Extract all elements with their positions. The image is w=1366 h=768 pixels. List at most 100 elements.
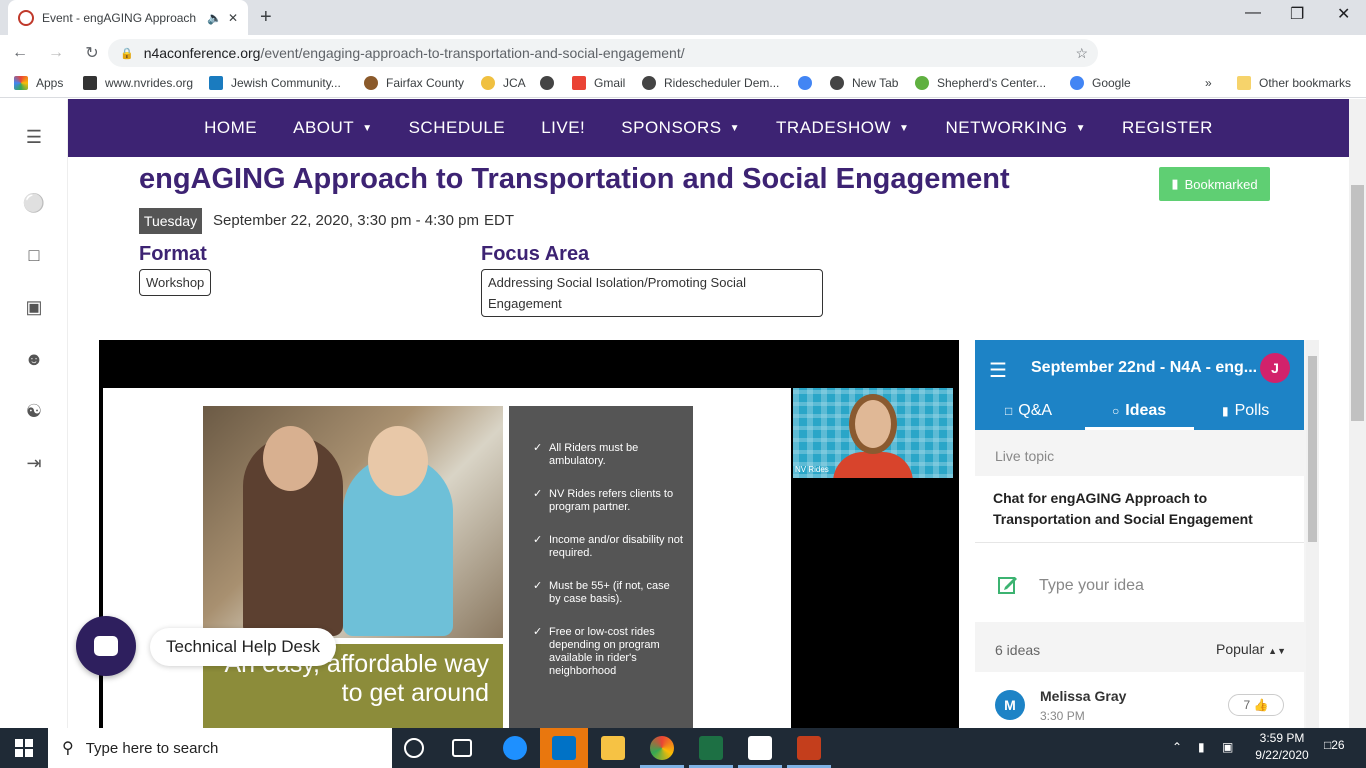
- bookmark-item[interactable]: Fairfax County: [364, 76, 464, 90]
- nav-networking[interactable]: NETWORKING ▼: [945, 118, 1086, 138]
- bookmark-item[interactable]: Jewish Community...: [209, 76, 341, 90]
- clock[interactable]: 3:59 PM 9/22/2020: [1250, 731, 1314, 762]
- bar-chart-icon: ▮: [1222, 404, 1229, 418]
- slido-panel: ☰ September 22nd - N4A - eng... J □ Q&A ○…: [975, 340, 1319, 730]
- bookmarked-button[interactable]: ▮ Bookmarked: [1159, 167, 1270, 201]
- logout-icon[interactable]: ⇥: [22, 453, 46, 477]
- powerpoint-icon[interactable]: [797, 736, 821, 760]
- bookmark-item[interactable]: [540, 76, 562, 90]
- slide-photo: [203, 406, 503, 638]
- bookmark-apps[interactable]: Apps: [14, 76, 63, 90]
- format-chip[interactable]: Workshop: [139, 269, 212, 296]
- idea-input[interactable]: Type your idea: [975, 542, 1304, 622]
- hamburger-menu-icon[interactable]: ☰: [989, 358, 1007, 383]
- hamburger-menu-icon[interactable]: ☰: [22, 127, 46, 151]
- scrollbar-thumb[interactable]: [1308, 356, 1317, 542]
- globe-icon: [540, 76, 554, 90]
- bookmark-item[interactable]: Gmail: [572, 76, 625, 90]
- edge-icon[interactable]: [503, 736, 527, 760]
- cortana-icon[interactable]: [404, 738, 424, 758]
- bookmark-item[interactable]: Shepherd's Center...: [915, 76, 1046, 90]
- network-icon[interactable]: ▣: [1222, 740, 1233, 754]
- bookmark-item[interactable]: www.nvrides.org: [83, 76, 193, 90]
- bookmark-item[interactable]: Google: [1070, 76, 1131, 90]
- close-tab-icon[interactable]: ✕: [228, 11, 238, 25]
- help-desk-label[interactable]: Technical Help Desk: [150, 628, 337, 666]
- nav-live[interactable]: LIVE!: [541, 118, 585, 138]
- nav-register[interactable]: REGISTER: [1122, 118, 1213, 138]
- nav-sponsors[interactable]: SPONSORS ▼: [621, 118, 740, 138]
- nvrides-icon: [83, 76, 97, 90]
- like-button[interactable]: 7 👍: [1228, 694, 1284, 716]
- slido-event-title: September 22nd - N4A - eng...: [1031, 359, 1258, 376]
- groups-icon[interactable]: ☯: [22, 401, 46, 425]
- nav-label: NETWORKING: [945, 118, 1068, 137]
- close-window-button[interactable]: ✕: [1337, 4, 1350, 24]
- idea-placeholder: Type your idea: [1039, 577, 1144, 594]
- idea-time: 3:30 PM: [1040, 709, 1085, 723]
- nav-label: SCHEDULE: [408, 118, 506, 137]
- bookmark-star-icon[interactable]: ☆: [1075, 45, 1088, 62]
- tab-qa[interactable]: □ Q&A: [1005, 402, 1052, 420]
- taskbar-search[interactable]: ⚲ Type here to search: [48, 728, 392, 768]
- forward-button[interactable]: →: [40, 44, 72, 62]
- avatar: M: [995, 690, 1025, 720]
- task-view-icon[interactable]: [452, 739, 472, 757]
- tab-ideas[interactable]: ○ Ideas: [1112, 402, 1166, 420]
- search-icon: ⚲: [62, 740, 74, 757]
- slido-scrollbar[interactable]: [1306, 340, 1319, 730]
- photo-figure: [263, 426, 318, 491]
- avatar[interactable]: J: [1260, 353, 1290, 383]
- caret-down-icon: ▼: [729, 122, 741, 134]
- reload-button[interactable]: ↻: [76, 43, 108, 63]
- attendees-icon[interactable]: ☻: [22, 349, 46, 373]
- chrome-icon[interactable]: [650, 736, 674, 760]
- minimize-button[interactable]: —: [1245, 4, 1261, 22]
- notification-center-button[interactable]: □26: [1324, 738, 1345, 752]
- scrollbar-thumb[interactable]: [1351, 185, 1364, 421]
- nav-schedule[interactable]: SCHEDULE: [409, 118, 506, 138]
- url-field[interactable]: 🔒 n4aconference.org/event/engaging-appro…: [108, 39, 1098, 67]
- event-title: engAGING Approach to Transportation and …: [139, 163, 1010, 195]
- restore-button[interactable]: ❐: [1290, 4, 1304, 24]
- battery-icon[interactable]: ▮: [1198, 740, 1205, 754]
- bookmark-item[interactable]: [798, 76, 820, 90]
- bookmark-icon[interactable]: □: [22, 245, 46, 269]
- url-host: n4aconference.org: [143, 45, 261, 61]
- new-tab-button[interactable]: +: [260, 6, 272, 29]
- bookmark-item[interactable]: New Tab: [830, 76, 898, 90]
- notepad-icon[interactable]: [748, 736, 772, 760]
- slido-header: ☰ September 22nd - N4A - eng... J □ Q&A ○…: [975, 340, 1304, 430]
- browser-tab[interactable]: Event - engAGING Approach 🔈 ✕: [8, 0, 248, 35]
- tab-polls[interactable]: ▮ Polls: [1222, 402, 1269, 420]
- chat-icon: [94, 636, 118, 656]
- tray-chevron-icon[interactable]: ⌃: [1172, 740, 1182, 754]
- help-chat-button[interactable]: [76, 616, 136, 676]
- inbox-icon[interactable]: ▣: [22, 297, 46, 321]
- file-explorer-icon[interactable]: [601, 736, 625, 760]
- sort-dropdown[interactable]: Popular ▲▼: [1216, 641, 1286, 657]
- caret-down-icon: ▼: [362, 122, 373, 134]
- bookmark-label: New Tab: [852, 76, 899, 90]
- back-button[interactable]: ←: [4, 44, 36, 62]
- page-scrollbar[interactable]: [1349, 99, 1366, 729]
- nav-about[interactable]: ABOUT ▼: [293, 118, 372, 138]
- start-button[interactable]: [0, 728, 48, 768]
- user-profile-icon[interactable]: ⚪: [22, 193, 46, 217]
- bookmark-item[interactable]: Ridescheduler Dem...: [642, 76, 779, 90]
- excel-icon[interactable]: [699, 736, 723, 760]
- other-bookmarks[interactable]: Other bookmarks: [1237, 76, 1351, 90]
- sort-label: Popular: [1216, 641, 1265, 657]
- url-path: /event/engaging-approach-to-transportati…: [260, 45, 685, 61]
- globe-icon: [642, 76, 656, 90]
- nav-tradeshow[interactable]: TRADESHOW ▼: [776, 118, 909, 138]
- lightbulb-icon: ○: [1112, 404, 1120, 418]
- bookmark-label: Ridescheduler Dem...: [664, 76, 780, 90]
- nav-home[interactable]: HOME: [204, 118, 257, 138]
- speaker-icon[interactable]: 🔈: [207, 11, 222, 25]
- google-icon: [1070, 76, 1084, 90]
- video-player[interactable]: An easy, affordable way to get around Al…: [99, 340, 959, 730]
- bookmarks-overflow-button[interactable]: »: [1205, 76, 1212, 90]
- focus-area-chip[interactable]: Addressing Social Isolation/Promoting So…: [481, 269, 823, 317]
- bookmark-item[interactable]: JCA: [481, 76, 526, 90]
